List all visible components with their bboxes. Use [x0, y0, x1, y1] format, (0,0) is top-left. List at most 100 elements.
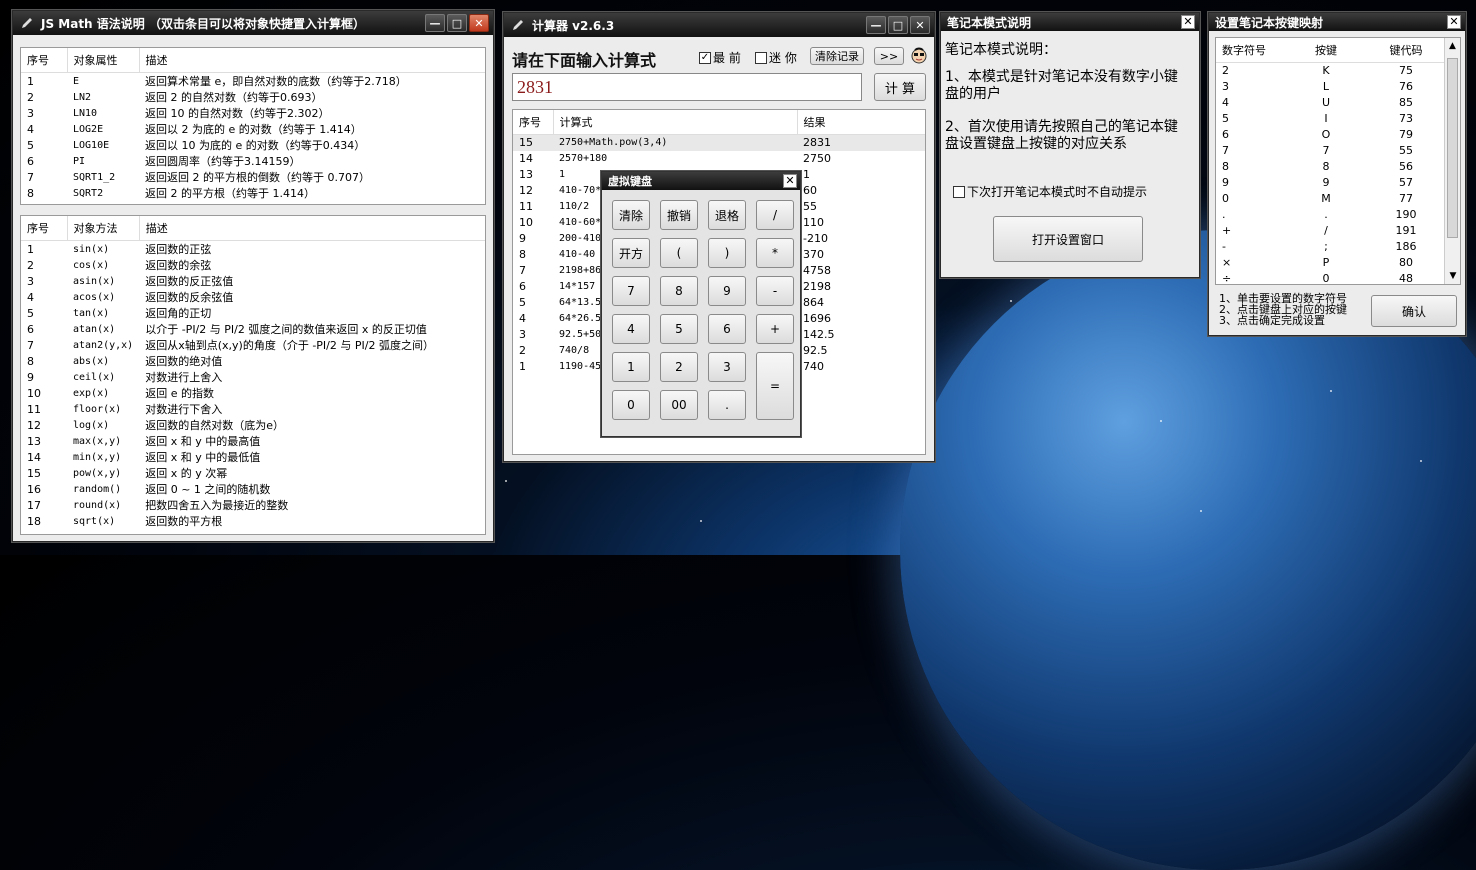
col-result[interactable]: 结果: [797, 110, 925, 135]
vkey-button[interactable]: 清除: [612, 200, 650, 230]
open-settings-button[interactable]: 打开设置窗口: [993, 216, 1143, 262]
vkey-button[interactable]: 6: [708, 314, 746, 344]
notebook-titlebar[interactable]: 笔记本模式说明 ✕: [941, 13, 1199, 31]
minimize-button[interactable]: —: [866, 16, 886, 34]
vkey-button[interactable]: 0: [612, 390, 650, 420]
clear-history-button[interactable]: 清除记录: [810, 47, 864, 65]
vkey-button[interactable]: (: [660, 238, 698, 268]
col-description[interactable]: 描述: [139, 216, 485, 241]
table-row[interactable]: 8 SQRT2 返回 2 的平方根（约等于 1.414）: [21, 185, 485, 201]
vkey-button[interactable]: +: [756, 314, 794, 344]
table-row[interactable]: 18 sqrt(x) 返回数的平方根: [21, 513, 485, 529]
vkey-button[interactable]: 2: [660, 352, 698, 382]
keymap-titlebar[interactable]: 设置笔记本按键映射 ✕: [1209, 13, 1465, 31]
col-index[interactable]: 序号: [21, 216, 68, 241]
no-prompt-checkbox[interactable]: 下次打开笔记本模式时不自动提示: [953, 183, 1147, 200]
vkey-button[interactable]: 1: [612, 352, 650, 382]
vkeyboard-titlebar[interactable]: 虚拟键盘 ✕: [602, 172, 800, 190]
col-index[interactable]: 序号: [513, 110, 554, 135]
vkey-button[interactable]: 7: [612, 276, 650, 306]
table-row[interactable]: 2 K 75: [1216, 63, 1446, 79]
vkey-button[interactable]: -: [756, 276, 794, 306]
close-button[interactable]: ✕: [1447, 15, 1461, 29]
scroll-down-icon[interactable]: ▼: [1445, 268, 1460, 284]
table-row[interactable]: 3 L 76: [1216, 79, 1446, 95]
syntax-titlebar[interactable]: JS Math 语法说明 （双击条目可以将对象快捷置入计算框） — □ ✕: [13, 11, 493, 35]
table-row[interactable]: + / 191: [1216, 223, 1446, 239]
table-row[interactable]: 8 abs(x) 返回数的绝对值: [21, 353, 485, 369]
table-row[interactable]: 16 random() 返回 0 ~ 1 之间的随机数: [21, 481, 485, 497]
table-row[interactable]: 12 log(x) 返回数的自然对数（底为e）: [21, 417, 485, 433]
table-row[interactable]: 5 tan(x) 返回角的正切: [21, 305, 485, 321]
vkey-button[interactable]: 8: [660, 276, 698, 306]
table-row[interactable]: 6 atan(x) 以介于 -PI/2 与 PI/2 弧度之间的数值来返回 x 的反…: [21, 321, 485, 337]
scroll-up-icon[interactable]: ▲: [1445, 38, 1460, 54]
table-row[interactable]: 13 max(x,y) 返回 x 和 y 中的最高值: [21, 433, 485, 449]
table-row[interactable]: 4 acos(x) 返回数的反余弦值: [21, 289, 485, 305]
maximize-button[interactable]: □: [888, 16, 908, 34]
col-expression[interactable]: 计算式: [553, 110, 798, 135]
table-row[interactable]: 9 ceil(x) 对数进行上舍入: [21, 369, 485, 385]
table-row[interactable]: 7 atan2(y,x) 返回从x轴到点(x,y)的角度（介于 -PI/2 与 PI…: [21, 337, 485, 353]
table-row[interactable]: 10 exp(x) 返回 e 的指数: [21, 385, 485, 401]
col-keycode[interactable]: 键代码: [1366, 38, 1446, 63]
table-row[interactable]: 6 PI 返回圆周率（约等于3.14159）: [21, 153, 485, 169]
table-row[interactable]: 14 min(x,y) 返回 x 和 y 中的最低值: [21, 449, 485, 465]
vkey-button[interactable]: 00: [660, 390, 698, 420]
close-button[interactable]: ✕: [469, 14, 489, 32]
table-row[interactable]: 15 pow(x,y) 返回 x 的 y 次幂: [21, 465, 485, 481]
vkey-button[interactable]: ): [708, 238, 746, 268]
col-method[interactable]: 对象方法: [67, 216, 140, 241]
vkey-button[interactable]: 9: [708, 276, 746, 306]
table-row[interactable]: -; 186: [1216, 239, 1446, 255]
vkey-button[interactable]: /: [756, 200, 794, 230]
calculator-titlebar[interactable]: 计算器 v2.6.3 — □ ✕: [504, 13, 934, 37]
table-row[interactable]: 0 M 77: [1216, 191, 1446, 207]
table-row[interactable]: 7 SQRT1_2 返回返回 2 的平方根的倒数（约等于 0.707）: [21, 169, 485, 185]
table-row[interactable]: × P 80: [1216, 255, 1446, 271]
vkey-button[interactable]: 5: [660, 314, 698, 344]
table-row[interactable]: 5 I 73: [1216, 111, 1446, 127]
col-property[interactable]: 对象属性: [67, 48, 140, 73]
col-symbol[interactable]: 数字符号: [1216, 38, 1286, 63]
expand-button[interactable]: >>: [874, 47, 904, 65]
table-row[interactable]: 7 7 55: [1216, 143, 1446, 159]
vkey-button[interactable]: 4: [612, 314, 650, 344]
vkey-button[interactable]: =: [756, 352, 794, 420]
expression-input[interactable]: [512, 73, 862, 101]
table-row[interactable]: 3 LN10 返回 10 的自然对数（约等于2.302）: [21, 105, 485, 121]
col-key[interactable]: 按键: [1286, 38, 1366, 63]
table-row[interactable]: 14 2570+180 2750: [513, 151, 925, 167]
table-row[interactable]: 3 asin(x) 返回数的反正弦值: [21, 273, 485, 289]
table-row[interactable]: 2 LN2 返回 2 的自然对数（约等于0.693）: [21, 89, 485, 105]
table-row[interactable]: 9 9 57: [1216, 175, 1446, 191]
vkey-button[interactable]: 退格: [708, 200, 746, 230]
table-row[interactable]: 5 LOG10E 返回以 10 为底的 e 的对数（约等于0.434）: [21, 137, 485, 153]
minimize-button[interactable]: —: [425, 14, 445, 32]
scroll-thumb[interactable]: [1447, 58, 1458, 238]
topmost-checkbox[interactable]: ✓ 最 前: [699, 49, 741, 66]
maximize-button[interactable]: □: [447, 14, 467, 32]
vkey-button[interactable]: *: [756, 238, 794, 268]
avatar-icon[interactable]: [910, 47, 928, 65]
col-index[interactable]: 序号: [21, 48, 68, 73]
close-button[interactable]: ✕: [783, 174, 797, 188]
table-row[interactable]: ÷ 0 48: [1216, 271, 1446, 284]
table-row[interactable]: 6 O 79: [1216, 127, 1446, 143]
vkey-button[interactable]: .: [708, 390, 746, 420]
table-row[interactable]: 15 2750+Math.pow(3,4) 2831: [513, 134, 925, 151]
table-row[interactable]: 17 round(x) 把数四舍五入为最接近的整数: [21, 497, 485, 513]
vkey-button[interactable]: 开方: [612, 238, 650, 268]
mini-checkbox[interactable]: 迷 你: [755, 49, 797, 66]
close-button[interactable]: ✕: [1181, 15, 1195, 29]
scrollbar[interactable]: ▲ ▼: [1444, 38, 1460, 284]
confirm-button[interactable]: 确认: [1371, 295, 1457, 327]
table-row[interactable]: 8 8 56: [1216, 159, 1446, 175]
vkey-button[interactable]: 3: [708, 352, 746, 382]
table-row[interactable]: 1 sin(x) 返回数的正弦: [21, 241, 485, 258]
close-button[interactable]: ✕: [910, 16, 930, 34]
calculate-button[interactable]: 计 算: [874, 73, 926, 101]
table-row[interactable]: 2 cos(x) 返回数的余弦: [21, 257, 485, 273]
table-row[interactable]: 1 E 返回算术常量 e，即自然对数的底数（约等于2.718）: [21, 73, 485, 90]
table-row[interactable]: .. 190: [1216, 207, 1446, 223]
